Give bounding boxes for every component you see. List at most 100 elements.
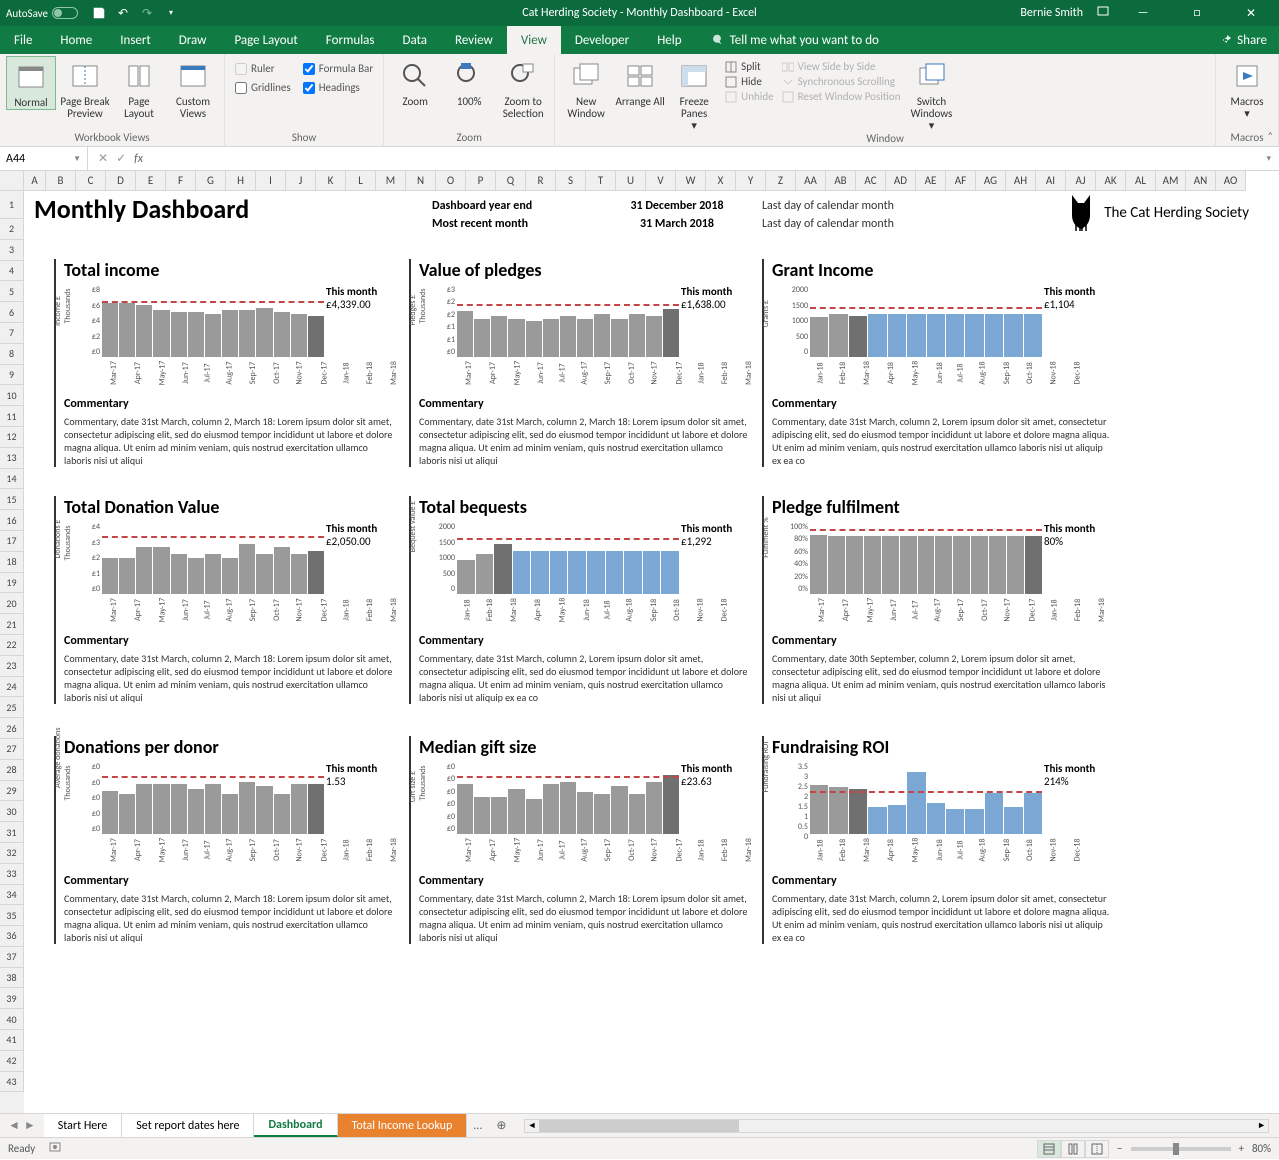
sheet-tab-total-income-lookup[interactable]: Total Income Lookup — [338, 1114, 468, 1137]
col-header[interactable]: V — [646, 171, 676, 191]
maximize-icon[interactable]: □ — [1177, 6, 1217, 20]
col-header[interactable]: AN — [1186, 171, 1216, 191]
new-window-button[interactable]: New Window — [561, 56, 611, 120]
col-header[interactable]: D — [106, 171, 136, 191]
col-header[interactable]: AO — [1216, 171, 1246, 191]
col-header[interactable]: R — [526, 171, 556, 191]
normal-view-button[interactable]: Normal — [6, 56, 56, 110]
freeze-panes-button[interactable]: Freeze Panes ▾ — [669, 56, 719, 132]
col-header[interactable]: H — [226, 171, 256, 191]
row-header[interactable]: 2 — [0, 219, 24, 240]
col-header[interactable]: AC — [856, 171, 886, 191]
tab-page-layout[interactable]: Page Layout — [220, 26, 311, 54]
col-header[interactable]: AM — [1156, 171, 1186, 191]
row-header[interactable]: 11 — [0, 406, 24, 427]
row-header[interactable]: 37 — [0, 947, 24, 968]
col-header[interactable]: S — [556, 171, 586, 191]
col-header[interactable]: T — [586, 171, 616, 191]
tab-help[interactable]: Help — [643, 26, 695, 54]
col-header[interactable]: X — [706, 171, 736, 191]
zoom-in-icon[interactable]: + — [1239, 1142, 1244, 1155]
col-header[interactable]: W — [676, 171, 706, 191]
col-header[interactable]: AE — [916, 171, 946, 191]
row-header[interactable]: 42 — [0, 1051, 24, 1072]
row-header[interactable]: 15 — [0, 489, 24, 510]
row-header[interactable]: 7 — [0, 323, 24, 344]
col-header[interactable]: K — [316, 171, 346, 191]
user-name[interactable]: Bernie Smith — [1020, 6, 1083, 20]
page-break-button[interactable]: Page Break Preview — [60, 56, 110, 120]
row-header[interactable]: 20 — [0, 593, 24, 614]
cancel-formula-icon[interactable]: ✕ — [98, 151, 108, 166]
col-header[interactable]: AL — [1126, 171, 1156, 191]
horizontal-scrollbar[interactable]: ◄► — [524, 1119, 1269, 1133]
col-header[interactable]: B — [46, 171, 76, 191]
row-header[interactable]: 4 — [0, 261, 24, 282]
row-header[interactable]: 19 — [0, 573, 24, 594]
col-header[interactable]: O — [436, 171, 466, 191]
row-header[interactable]: 38 — [0, 968, 24, 989]
add-sheet-icon[interactable]: ⊕ — [488, 1118, 514, 1133]
tab-data[interactable]: Data — [389, 26, 442, 54]
tell-me[interactable]: Tell me what you want to do — [696, 26, 893, 54]
save-icon[interactable] — [92, 6, 106, 20]
row-header[interactable]: 3 — [0, 240, 24, 261]
row-header[interactable]: 9 — [0, 365, 24, 386]
col-header[interactable]: AK — [1096, 171, 1126, 191]
formula-bar-checkbox[interactable]: Formula Bar — [303, 62, 373, 75]
row-header[interactable]: 18 — [0, 552, 24, 573]
switch-windows-button[interactable]: Switch Windows ▾ — [907, 56, 957, 132]
col-header[interactable]: AJ — [1066, 171, 1096, 191]
zoom-100-button[interactable]: 100% — [444, 56, 494, 108]
autosave-toggle[interactable]: AutoSave — [6, 7, 78, 20]
row-header[interactable]: 29 — [0, 781, 24, 802]
tab-review[interactable]: Review — [441, 26, 507, 54]
custom-views-button[interactable]: Custom Views — [168, 56, 218, 120]
row-header[interactable]: 40 — [0, 1009, 24, 1030]
col-header[interactable]: Y — [736, 171, 766, 191]
col-header[interactable]: E — [136, 171, 166, 191]
close-icon[interactable]: ✕ — [1231, 6, 1271, 21]
tab-formulas[interactable]: Formulas — [312, 26, 389, 54]
row-header[interactable]: 23 — [0, 656, 24, 677]
col-header[interactable]: J — [286, 171, 316, 191]
gridlines-checkbox[interactable]: Gridlines — [235, 81, 291, 94]
row-header[interactable]: 35 — [0, 905, 24, 926]
row-header[interactable]: 8 — [0, 344, 24, 365]
row-header[interactable]: 21 — [0, 614, 24, 635]
col-header[interactable]: U — [616, 171, 646, 191]
row-header[interactable]: 17 — [0, 531, 24, 552]
qat-dropdown-icon[interactable]: ▾ — [164, 6, 178, 20]
col-header[interactable]: G — [196, 171, 226, 191]
col-header[interactable]: AF — [946, 171, 976, 191]
minimize-icon[interactable]: — — [1123, 6, 1163, 20]
name-box[interactable]: A44▼ — [0, 147, 88, 170]
col-header[interactable]: N — [406, 171, 436, 191]
row-header[interactable]: 34 — [0, 885, 24, 906]
row-header[interactable]: 24 — [0, 677, 24, 698]
hscroll-right-icon[interactable]: ► — [1257, 1120, 1266, 1131]
hide-button[interactable]: Hide — [725, 75, 773, 88]
sheet-tab-dashboard[interactable]: Dashboard — [254, 1114, 337, 1137]
macro-record-icon[interactable] — [49, 1141, 61, 1156]
col-header[interactable]: C — [76, 171, 106, 191]
row-header[interactable]: 36 — [0, 926, 24, 947]
normal-view-icon[interactable] — [1037, 1140, 1061, 1158]
sheet-tab-set-report-dates-here[interactable]: Set report dates here — [122, 1114, 254, 1137]
col-header[interactable]: AD — [886, 171, 916, 191]
ribbon-display-icon[interactable] — [1097, 5, 1109, 21]
col-header[interactable]: F — [166, 171, 196, 191]
row-header[interactable]: 14 — [0, 469, 24, 490]
split-button[interactable]: Split — [725, 60, 773, 73]
row-header[interactable]: 25 — [0, 697, 24, 718]
tab-draw[interactable]: Draw — [165, 26, 221, 54]
col-header[interactable]: A — [24, 171, 46, 191]
col-header[interactable]: AA — [796, 171, 826, 191]
row-header[interactable]: 10 — [0, 385, 24, 406]
page-break-view-icon[interactable] — [1085, 1140, 1109, 1158]
row-header[interactable]: 16 — [0, 510, 24, 531]
more-tabs[interactable]: ... — [467, 1119, 488, 1133]
row-header[interactable]: 33 — [0, 864, 24, 885]
tab-file[interactable]: File — [0, 26, 46, 54]
zoom-selection-button[interactable]: Zoom to Selection — [498, 56, 548, 120]
